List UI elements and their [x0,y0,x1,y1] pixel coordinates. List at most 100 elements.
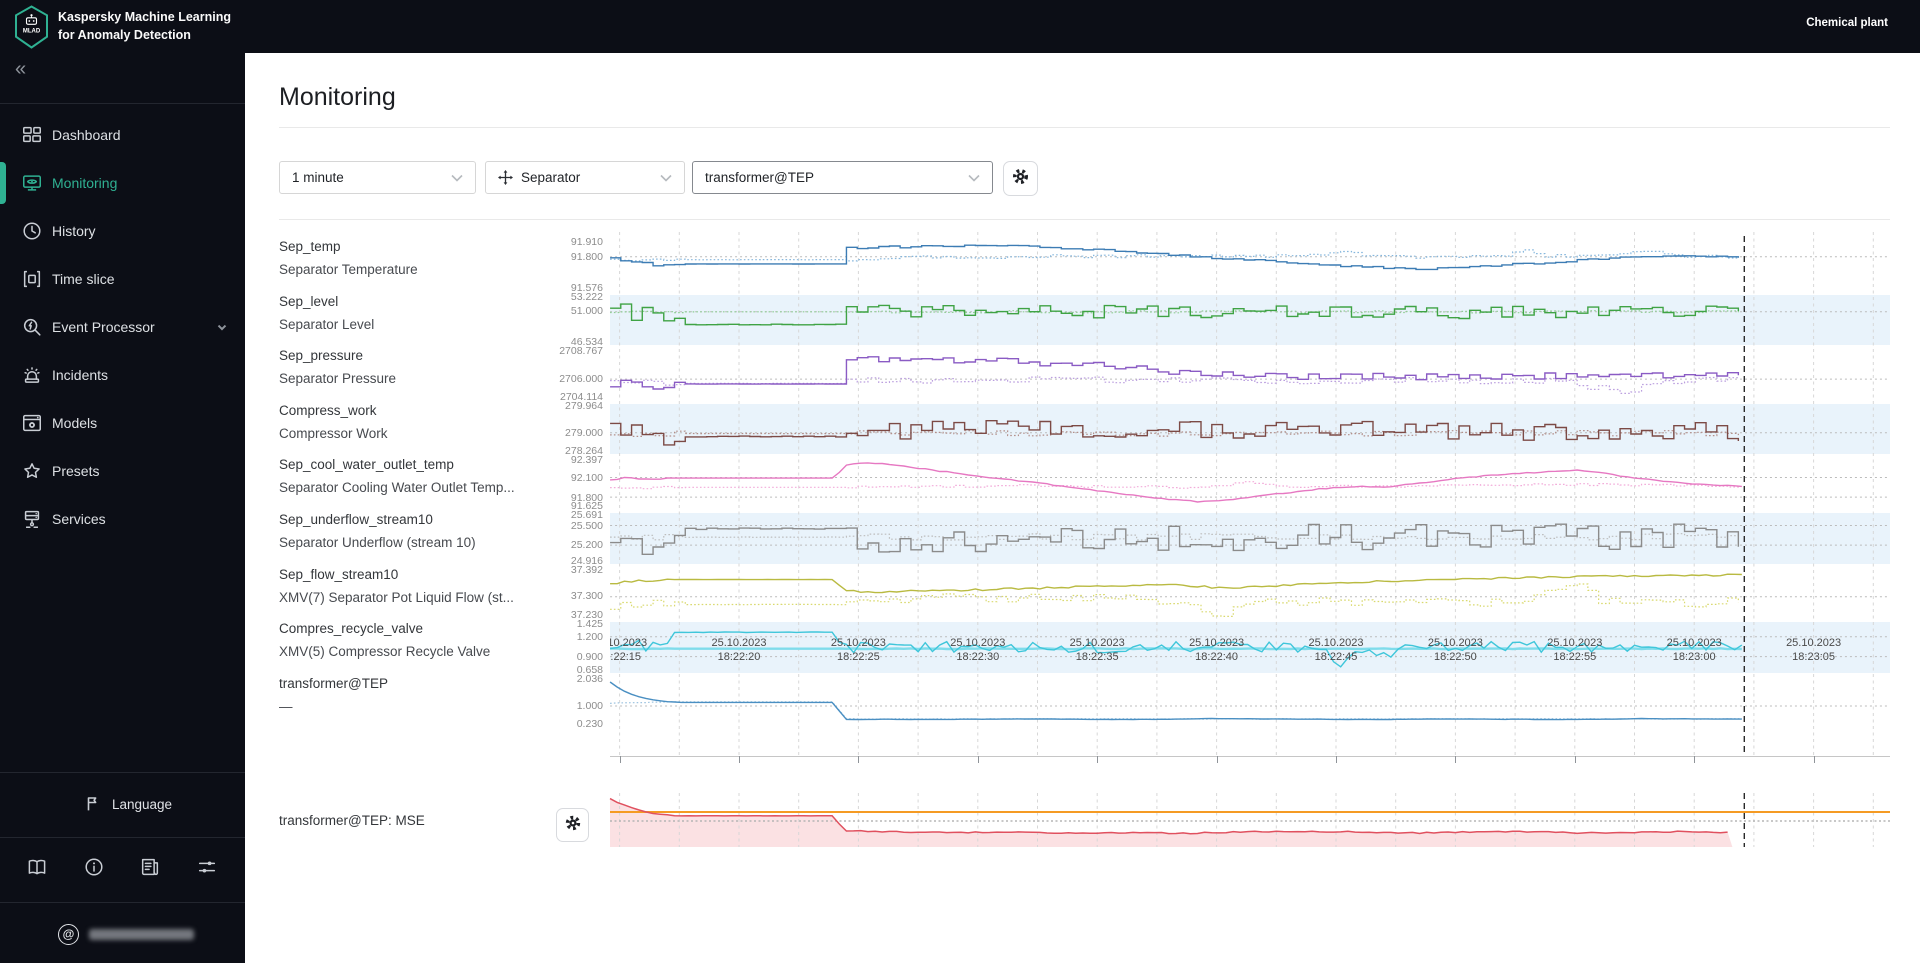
series-name-sep_pressure[interactable]: Sep_pressure [279,348,363,363]
chart-settings-button[interactable] [1003,161,1038,196]
predicted-series [610,481,1739,490]
gear-icon [564,814,582,837]
series-name-sep_level[interactable]: Sep_level [279,294,338,309]
history-icon [21,220,43,242]
sidebar-item-incidents[interactable]: Incidents [0,351,245,399]
chart-plot-area[interactable] [609,232,1890,766]
interval-value: 1 minute [292,170,344,185]
sidebar-item-time-slice[interactable]: Time slice [0,255,245,303]
tag-group-select[interactable]: Separator [485,161,685,194]
divider [0,902,245,903]
x-axis-label: 25.10.2023 18:22:50 [1427,637,1483,663]
incidents-icon [21,364,43,386]
x-axis-label: 25.10.202318:22:15 [610,637,648,663]
y-value-label: 92.100 [570,471,603,484]
actual-series [610,462,1742,504]
series-name-transformer_tep[interactable]: transformer@TEP [279,676,388,691]
y-value-label: 2708.767 [559,345,603,358]
flag-icon [84,795,102,813]
divider [0,837,245,838]
series-name-compres_recycle_valve[interactable]: Compres_recycle_valve [279,621,423,636]
chevron-down-icon [451,170,463,185]
axis-tick [1097,756,1099,763]
move-icon [498,170,513,185]
y-value-label: 91.910 [570,236,603,248]
x-axis-label: 25.10.2023 18:22:45 [1308,637,1364,663]
axis-tick [1216,756,1218,763]
y-value-label: 1.425 [576,618,603,631]
sidebar-item-dashboard[interactable]: Dashboard [0,111,245,159]
sidebar-collapse-button[interactable]: « [15,58,26,81]
sidebar-nav: Dashboard Monitoring History Time slice Even… [0,111,245,543]
sidebar: MLAD Kaspersky Machine Learning for Anom… [0,0,245,963]
y-value-label: 279.964 [565,399,603,412]
actual-series [610,419,1740,446]
sidebar-item-label: Event Processor [52,319,155,335]
model-select[interactable]: transformer@TEP [692,161,993,194]
mse-settings-button[interactable] [556,808,589,842]
news-icon[interactable] [139,856,163,880]
models-icon [21,412,43,434]
sidebar-item-services[interactable]: Services [0,495,245,543]
series-name-sep_underflow_stream10[interactable]: Sep_underflow_stream10 [279,512,433,527]
x-axis-label: 25.10.2023 18:22:35 [1069,637,1125,663]
series-name-sep_cool_water_outlet_temp[interactable]: Sep_cool_water_outlet_temp [279,457,454,472]
series-name-sep_temp[interactable]: Sep_temp [279,239,341,254]
sidebar-item-label: Incidents [52,367,109,383]
user-account[interactable]: @ [58,924,194,945]
sidebar-item-history[interactable]: History [0,207,245,255]
x-axis-label: 25.10.2023 18:23:05 [1786,637,1842,663]
sidebar-item-models[interactable]: Models [0,399,245,447]
sidebar-item-presets[interactable]: Presets [0,447,245,495]
series-plot-sep_underflow_stream10 [610,523,1890,555]
y-value-label: 53.222 [570,290,603,303]
language-label: Language [112,796,173,812]
axis-tick [1694,756,1696,763]
y-value-label: 37.392 [570,563,603,576]
axis-tick [858,756,860,763]
predicted-series [610,533,1739,541]
interval-select[interactable]: 1 minute [279,161,476,194]
sidebar-item-label: Monitoring [52,175,118,191]
sidebar-item-label: Presets [52,463,100,479]
y-value-label: 92.397 [570,454,603,467]
dashboard-icon [21,124,43,146]
sidebar-item-label: Services [52,511,106,527]
tag-group-value: Separator [521,170,581,185]
series-name-compress_work[interactable]: Compress_work [279,403,377,418]
mse-area-fill [610,798,1733,847]
app-title: Kaspersky Machine Learning for Anomaly D… [58,10,231,42]
event-processor-icon [21,316,43,338]
actual-series [610,523,1740,555]
axis-tick [619,756,621,763]
series-desc-sep_temp: Separator Temperature [279,262,418,277]
book-icon[interactable] [26,856,50,880]
user-icon: @ [58,924,79,945]
x-axis-label: 25.10.2023 18:22:25 [830,637,886,663]
series-plot-sep_temp [610,244,1890,271]
series-desc-sep_underflow_stream10: Separator Underflow (stream 10) [279,535,476,550]
chevron-down-icon [215,320,229,334]
gear-icon [1011,167,1030,191]
divider [279,219,1890,220]
series-desc-sep_flow_stream10: XMV(7) Separator Pot Liquid Flow (st... [279,589,514,605]
series-plot-compress_work [610,419,1890,446]
sliders-icon[interactable] [196,856,220,880]
services-icon [21,508,43,530]
series-plot-sep_flow_stream10 [610,573,1890,617]
language-button[interactable]: Language [84,795,172,813]
series-desc-sep_pressure: Separator Pressure [279,371,397,387]
x-axis-label: 25.10.2023 18:22:40 [1189,637,1245,663]
series-name-sep_flow_stream10[interactable]: Sep_flow_stream10 [279,567,398,582]
y-value-label: 2706.000 [559,373,603,386]
y-value-label: 2.036 [576,672,603,685]
series-desc-transformer_tep: — [279,698,293,714]
logo-text: MLAD [23,29,41,35]
model-value: transformer@TEP [705,170,814,185]
axis-tick [1813,756,1815,763]
sidebar-item-event-processor[interactable]: Event Processor [0,303,245,351]
sidebar-item-monitoring[interactable]: Monitoring [0,159,245,207]
divider [0,103,245,104]
x-axis-label: 25.10.2023 18:22:20 [711,637,767,663]
info-icon[interactable] [83,856,107,880]
